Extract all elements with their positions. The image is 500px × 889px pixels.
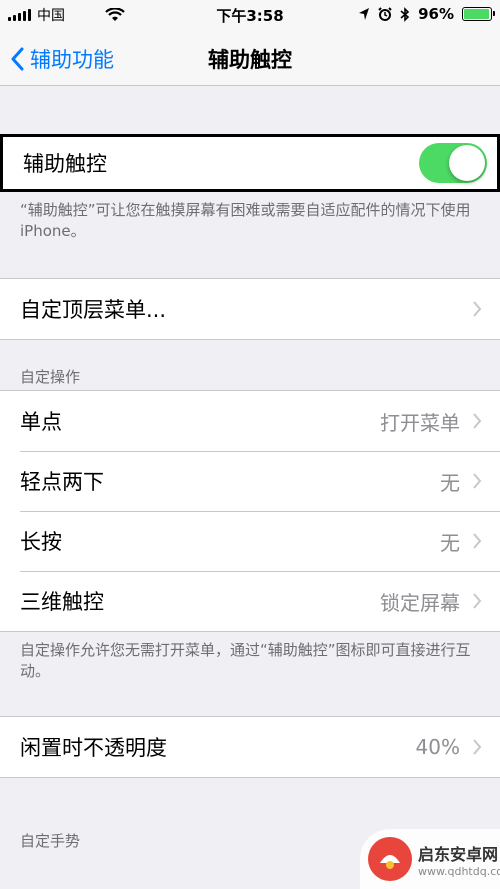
toggle-knob xyxy=(449,145,485,181)
customize-top-menu-row[interactable]: 自定顶层菜单... xyxy=(0,279,500,339)
chevron-right-icon xyxy=(473,533,482,549)
assistive-touch-toggle[interactable] xyxy=(419,143,487,183)
watermark-logo-icon xyxy=(368,837,412,881)
assistive-touch-description: “辅助触控”可让您在触摸屏幕有困难或需要自适应配件的情况下使用 iPhone。 xyxy=(20,201,471,240)
battery-icon xyxy=(462,7,495,21)
status-bar: 中国 下午3:58 96% xyxy=(0,0,500,30)
idle-opacity-label: 闲置时不透明度 xyxy=(20,736,167,760)
battery-level-fill xyxy=(464,9,489,19)
double-tap-row[interactable]: 轻点两下 无 xyxy=(0,451,500,511)
double-tap-value: 无 xyxy=(440,470,460,495)
custom-actions-group: 单点 打开菜单 轻点两下 无 长按 无 三维触控 锁定屏幕 xyxy=(0,390,500,632)
single-tap-row[interactable]: 单点 打开菜单 xyxy=(0,391,500,451)
long-press-label: 长按 xyxy=(20,530,62,554)
chevron-right-icon xyxy=(473,301,482,317)
bluetooth-icon xyxy=(400,6,410,22)
custom-actions-header-wrap: 自定操作 xyxy=(0,340,500,390)
idle-opacity-group: 闲置时不透明度 40% xyxy=(0,716,500,778)
location-arrow-icon xyxy=(359,8,370,20)
3d-touch-label: 三维触控 xyxy=(20,590,104,614)
customize-menu-group: 自定顶层菜单... xyxy=(0,278,500,340)
chevron-right-icon xyxy=(473,739,482,755)
chevron-right-icon xyxy=(473,413,482,429)
customize-top-menu-label: 自定顶层菜单... xyxy=(20,298,167,322)
assistive-touch-group: 辅助触控 xyxy=(0,134,500,192)
long-press-value: 无 xyxy=(440,530,460,555)
chevron-right-icon xyxy=(473,593,482,609)
watermark-title: 启东安卓网 xyxy=(418,844,499,864)
page-title: 辅助触控 xyxy=(208,48,292,72)
custom-actions-footer: 自定操作允许您无需打开菜单，通过“辅助触控”图标即可直接进行互动。 xyxy=(20,641,471,680)
3d-touch-row[interactable]: 三维触控 锁定屏幕 xyxy=(0,571,500,631)
alarm-icon xyxy=(378,7,392,21)
battery-percent: 96% xyxy=(418,5,454,23)
chevron-right-icon xyxy=(473,473,482,489)
double-tap-label: 轻点两下 xyxy=(20,470,104,494)
status-right: 96% xyxy=(358,5,495,23)
site-watermark: 启东安卓网 www.qdhtdq.com xyxy=(360,829,500,889)
watermark-url: www.qdhtdq.com xyxy=(418,864,500,878)
3d-touch-value: 锁定屏幕 xyxy=(380,590,460,615)
idle-opacity-value: 40% xyxy=(415,735,460,759)
single-tap-value: 打开菜单 xyxy=(380,410,460,435)
custom-actions-header: 自定操作 xyxy=(20,368,81,386)
long-press-row[interactable]: 长按 无 xyxy=(0,511,500,571)
assistive-touch-label: 辅助触控 xyxy=(23,152,107,176)
idle-opacity-row[interactable]: 闲置时不透明度 40% xyxy=(0,717,500,777)
single-tap-label: 单点 xyxy=(20,410,62,434)
navigation-bar: 辅助功能 辅助触控 xyxy=(0,30,500,86)
watermark-text: 启东安卓网 www.qdhtdq.com xyxy=(418,841,500,878)
assistive-touch-row[interactable]: 辅助触控 xyxy=(3,137,497,189)
